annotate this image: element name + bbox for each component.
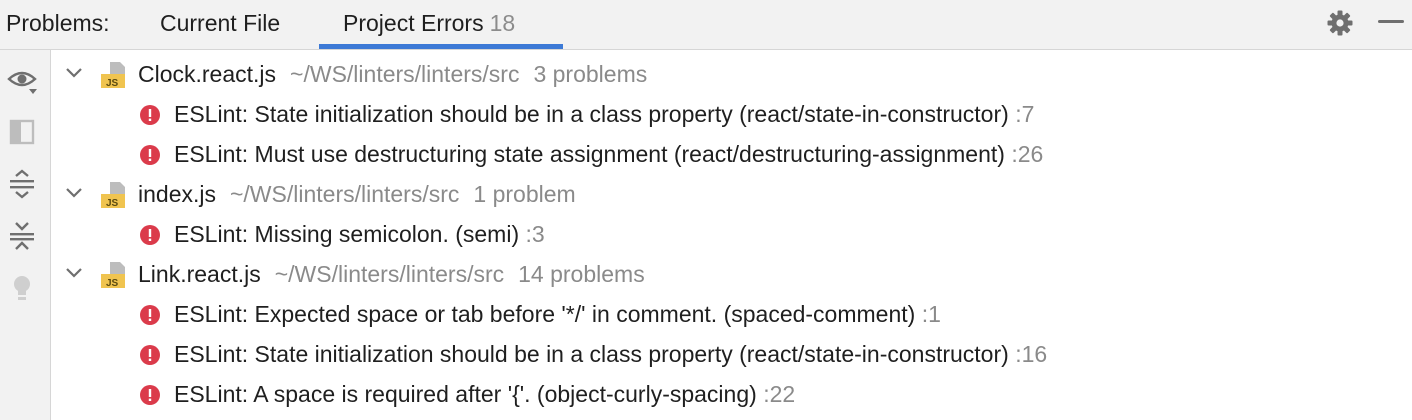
tab-error-count: 18 bbox=[489, 10, 516, 36]
chevron-down-icon[interactable] bbox=[65, 66, 83, 80]
problems-tree: JS Clock.react.js ~/WS/linters/linters/sr… bbox=[51, 50, 1412, 420]
problem-count: 3 problems bbox=[533, 61, 648, 87]
problem-row[interactable]: ESLint: State initialization should be i… bbox=[51, 94, 1412, 134]
lightbulb-icon[interactable] bbox=[6, 272, 38, 304]
problem-message: ESLint: Missing semicolon. (semi) :3 bbox=[174, 221, 545, 247]
svg-text:JS: JS bbox=[106, 278, 119, 289]
file-name: Link.react.js ~/WS/linters/linters/src 14 … bbox=[138, 261, 645, 287]
file-path: ~/WS/linters/linters/src bbox=[229, 181, 460, 207]
js-file-icon: JS bbox=[101, 62, 125, 89]
collapse-all-icon[interactable] bbox=[6, 220, 38, 252]
tab-label: Project Errors bbox=[343, 10, 484, 36]
problem-line: :7 bbox=[1015, 101, 1035, 127]
problem-message: ESLint: State initialization should be i… bbox=[174, 101, 1035, 127]
problem-count: 1 problem bbox=[473, 181, 576, 207]
active-tab-indicator bbox=[319, 44, 563, 49]
js-file-icon: JS bbox=[101, 182, 125, 209]
error-icon bbox=[140, 225, 160, 245]
problem-row[interactable]: ESLint: A space is required after '{'. (… bbox=[51, 374, 1412, 414]
error-icon bbox=[140, 305, 160, 325]
svg-text:JS: JS bbox=[106, 198, 119, 209]
chevron-down-icon[interactable] bbox=[65, 186, 83, 200]
file-node-link[interactable]: JS Link.react.js ~/WS/linters/linters/src… bbox=[51, 254, 1412, 294]
file-path: ~/WS/linters/linters/src bbox=[290, 61, 520, 87]
problem-line: :3 bbox=[525, 221, 545, 247]
problems-title: Problems: bbox=[6, 10, 110, 36]
problem-message: ESLint: A space is required after '{'. (… bbox=[174, 381, 796, 407]
error-icon bbox=[140, 145, 160, 165]
problem-count: 14 problems bbox=[518, 261, 645, 287]
file-node-clock[interactable]: JS Clock.react.js ~/WS/linters/linters/sr… bbox=[51, 54, 1412, 94]
tab-current-file[interactable]: Current File bbox=[160, 10, 280, 37]
problems-toolbar bbox=[0, 50, 51, 420]
file-name: index.js ~/WS/linters/linters/src 1 proble… bbox=[138, 181, 576, 207]
eye-icon[interactable] bbox=[6, 64, 38, 96]
problem-row[interactable]: ESLint: Must use destructuring state ass… bbox=[51, 134, 1412, 174]
js-file-icon: JS bbox=[101, 262, 125, 289]
problem-message: ESLint: Expected space or tab before '*/… bbox=[174, 301, 941, 327]
problem-message: ESLint: Must use destructuring state ass… bbox=[174, 141, 1044, 167]
gear-icon[interactable] bbox=[1326, 9, 1354, 37]
expand-all-icon[interactable] bbox=[6, 168, 38, 200]
preview-panel-icon[interactable] bbox=[6, 116, 38, 148]
problem-line: :26 bbox=[1011, 141, 1044, 167]
svg-text:JS: JS bbox=[106, 78, 119, 89]
problem-row[interactable]: ESLint: State initialization should be i… bbox=[51, 334, 1412, 374]
file-node-index[interactable]: JS index.js ~/WS/linters/linters/src 1 pro… bbox=[51, 174, 1412, 214]
problem-line: :16 bbox=[1015, 341, 1048, 367]
error-icon bbox=[140, 345, 160, 365]
problem-row[interactable]: ESLint: Missing semicolon. (semi) :3 bbox=[51, 214, 1412, 254]
problem-line: :22 bbox=[763, 381, 796, 407]
file-name: Clock.react.js ~/WS/linters/linters/src 3 … bbox=[138, 61, 648, 87]
tab-project-errors[interactable]: Project Errors 18 bbox=[343, 10, 515, 37]
minimize-icon[interactable] bbox=[1378, 20, 1404, 23]
error-icon bbox=[140, 105, 160, 125]
error-icon bbox=[140, 385, 160, 405]
file-path: ~/WS/linters/linters/src bbox=[274, 261, 505, 287]
chevron-down-icon[interactable] bbox=[65, 266, 83, 280]
problem-row[interactable]: ESLint: Expected space or tab before '*/… bbox=[51, 294, 1412, 334]
problems-header: Problems: Current File Project Errors 18 bbox=[0, 0, 1412, 50]
problem-message: ESLint: State initialization should be i… bbox=[174, 341, 1048, 367]
problem-line: :1 bbox=[921, 301, 941, 327]
